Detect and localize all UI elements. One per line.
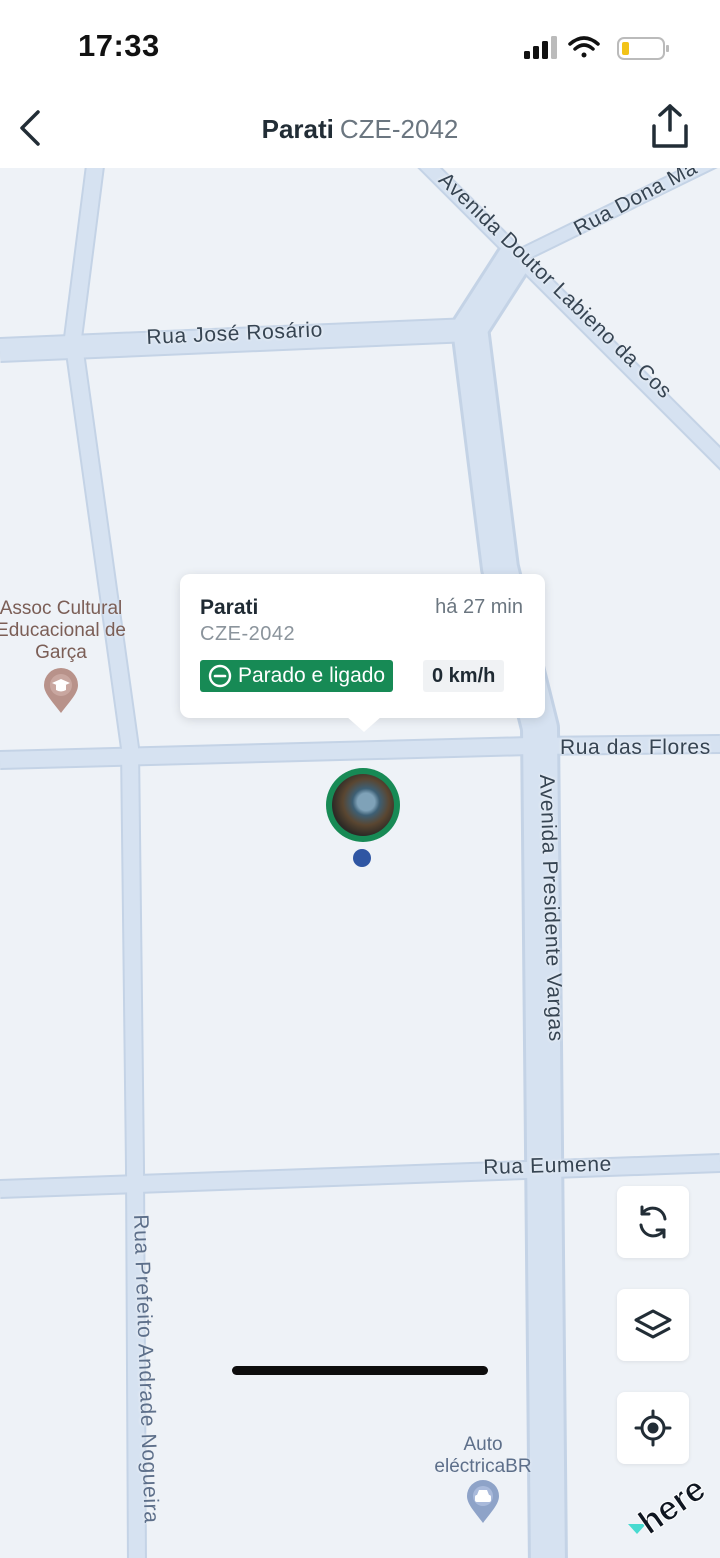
- status-time: 17:33: [78, 28, 160, 63]
- layers-icon: [634, 1309, 672, 1339]
- street-label-rua-das-flores: Rua das Flores: [560, 736, 711, 759]
- popup-vehicle-name: Parati: [200, 596, 259, 619]
- crosshair-icon: [634, 1409, 672, 1447]
- education-pin-icon[interactable]: [43, 668, 79, 714]
- signal-icon: [524, 36, 557, 59]
- vehicle-name: Parati: [261, 114, 334, 144]
- refresh-button[interactable]: [617, 1186, 689, 1258]
- poi-auto-electrica[interactable]: Auto eléctricaBR: [420, 1434, 546, 1478]
- poi-auto-line1: Auto: [463, 1434, 503, 1455]
- battery-icon: [617, 37, 669, 60]
- vehicle-info-popup[interactable]: Parati há 27 min CZE-2042 Parado e ligad…: [180, 574, 545, 732]
- status-icons: [524, 36, 669, 60]
- nav-header: Parati CZE-2042: [0, 96, 720, 168]
- vehicle-location-dot: [353, 849, 371, 867]
- poi-assoc-line2: Educacional de: [0, 620, 126, 641]
- poi-auto-line2: eléctricaBR: [434, 1456, 532, 1477]
- here-logo: here: [628, 1469, 706, 1536]
- popup-time-ago: há 27 min: [435, 596, 523, 618]
- poi-assoc-line1: Assoc Cultural: [0, 598, 123, 619]
- wifi-icon: [568, 36, 600, 58]
- status-label: Parado e ligado: [238, 664, 386, 687]
- refresh-icon: [639, 1205, 667, 1239]
- layers-button[interactable]: [617, 1289, 689, 1361]
- map-view[interactable]: Rua José Rosário Avenida Doutor Labieno …: [0, 168, 720, 1558]
- share-icon: [652, 104, 688, 148]
- poi-assoc-cultural[interactable]: Assoc Cultural Educacional de Garça: [0, 598, 136, 664]
- vehicle-photo: [332, 774, 394, 836]
- car-service-pin-icon[interactable]: [466, 1480, 500, 1524]
- share-button[interactable]: [648, 102, 692, 152]
- speed-badge: 0 km/h: [423, 660, 505, 692]
- svg-text:here: here: [632, 1470, 706, 1536]
- vehicle-marker[interactable]: [326, 768, 400, 842]
- page-title: Parati CZE-2042: [0, 114, 720, 145]
- home-indicator[interactable]: [232, 1366, 488, 1375]
- minus-circle-icon: [208, 664, 232, 688]
- poi-assoc-line3: Garça: [35, 642, 87, 663]
- vehicle-plate: CZE-2042: [339, 114, 459, 144]
- popup-plate: CZE-2042: [200, 623, 296, 645]
- locate-button[interactable]: [617, 1392, 689, 1464]
- status-bar: 17:33: [0, 0, 720, 96]
- street-label-rua-eumene: Rua Eumene: [483, 1152, 613, 1179]
- popup-tail: [346, 716, 382, 732]
- status-badge: Parado e ligado: [200, 660, 394, 692]
